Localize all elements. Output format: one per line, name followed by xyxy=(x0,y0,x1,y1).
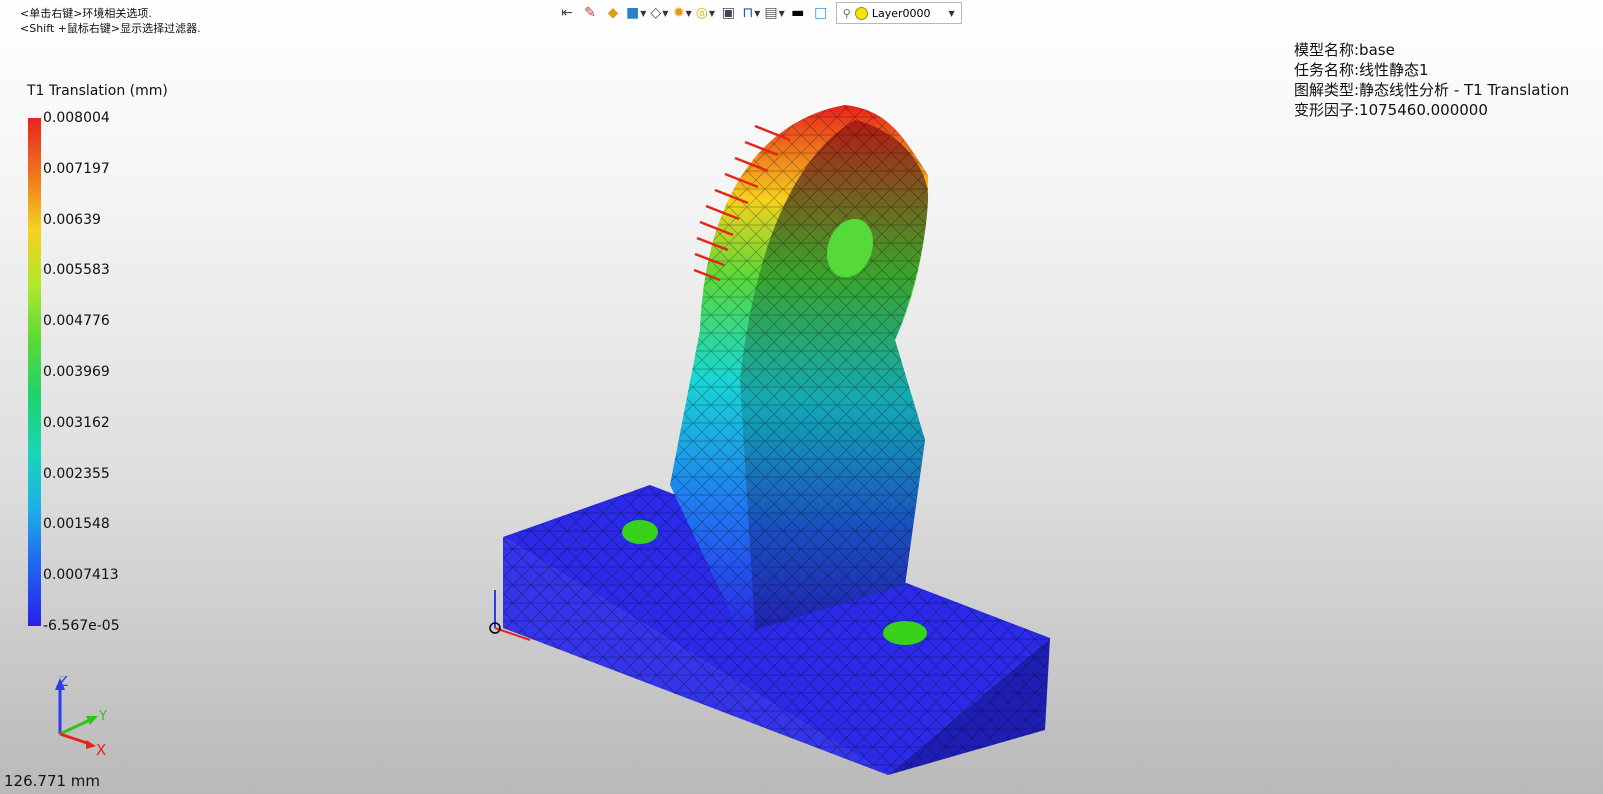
upright xyxy=(670,105,929,632)
axis-y-label: Y xyxy=(98,709,107,724)
axis-triad: Z Y X xyxy=(55,676,107,756)
axis-z-label: Z xyxy=(58,676,68,690)
axis-x-label: X xyxy=(96,741,106,756)
model-viewport[interactable] xyxy=(0,0,1603,794)
scale-label: 126.771 mm xyxy=(4,772,101,790)
